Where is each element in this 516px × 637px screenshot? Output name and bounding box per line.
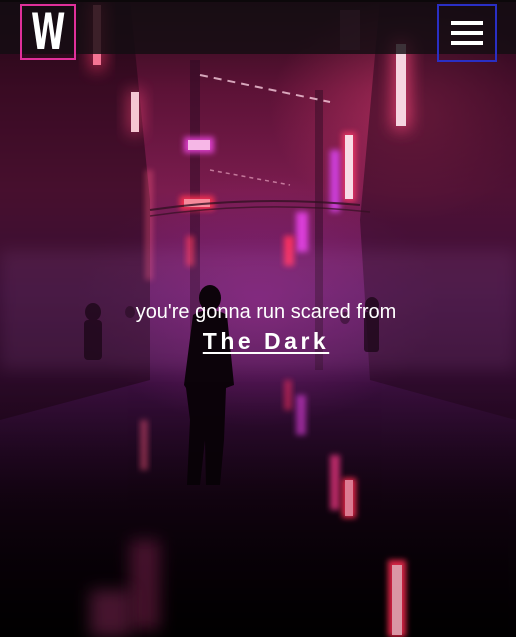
hero-tagline: you're gonna run scared from xyxy=(135,301,397,323)
top-navigation-bar: W xyxy=(0,0,516,62)
logo-button[interactable]: W xyxy=(20,4,76,60)
menu-button[interactable] xyxy=(437,4,497,62)
logo-letter: W xyxy=(31,3,66,61)
hero-title-link[interactable]: The Dark xyxy=(203,328,329,355)
hamburger-menu-icon xyxy=(451,21,483,45)
hero-section: you're gonna run scared from The Dark xyxy=(0,298,516,355)
